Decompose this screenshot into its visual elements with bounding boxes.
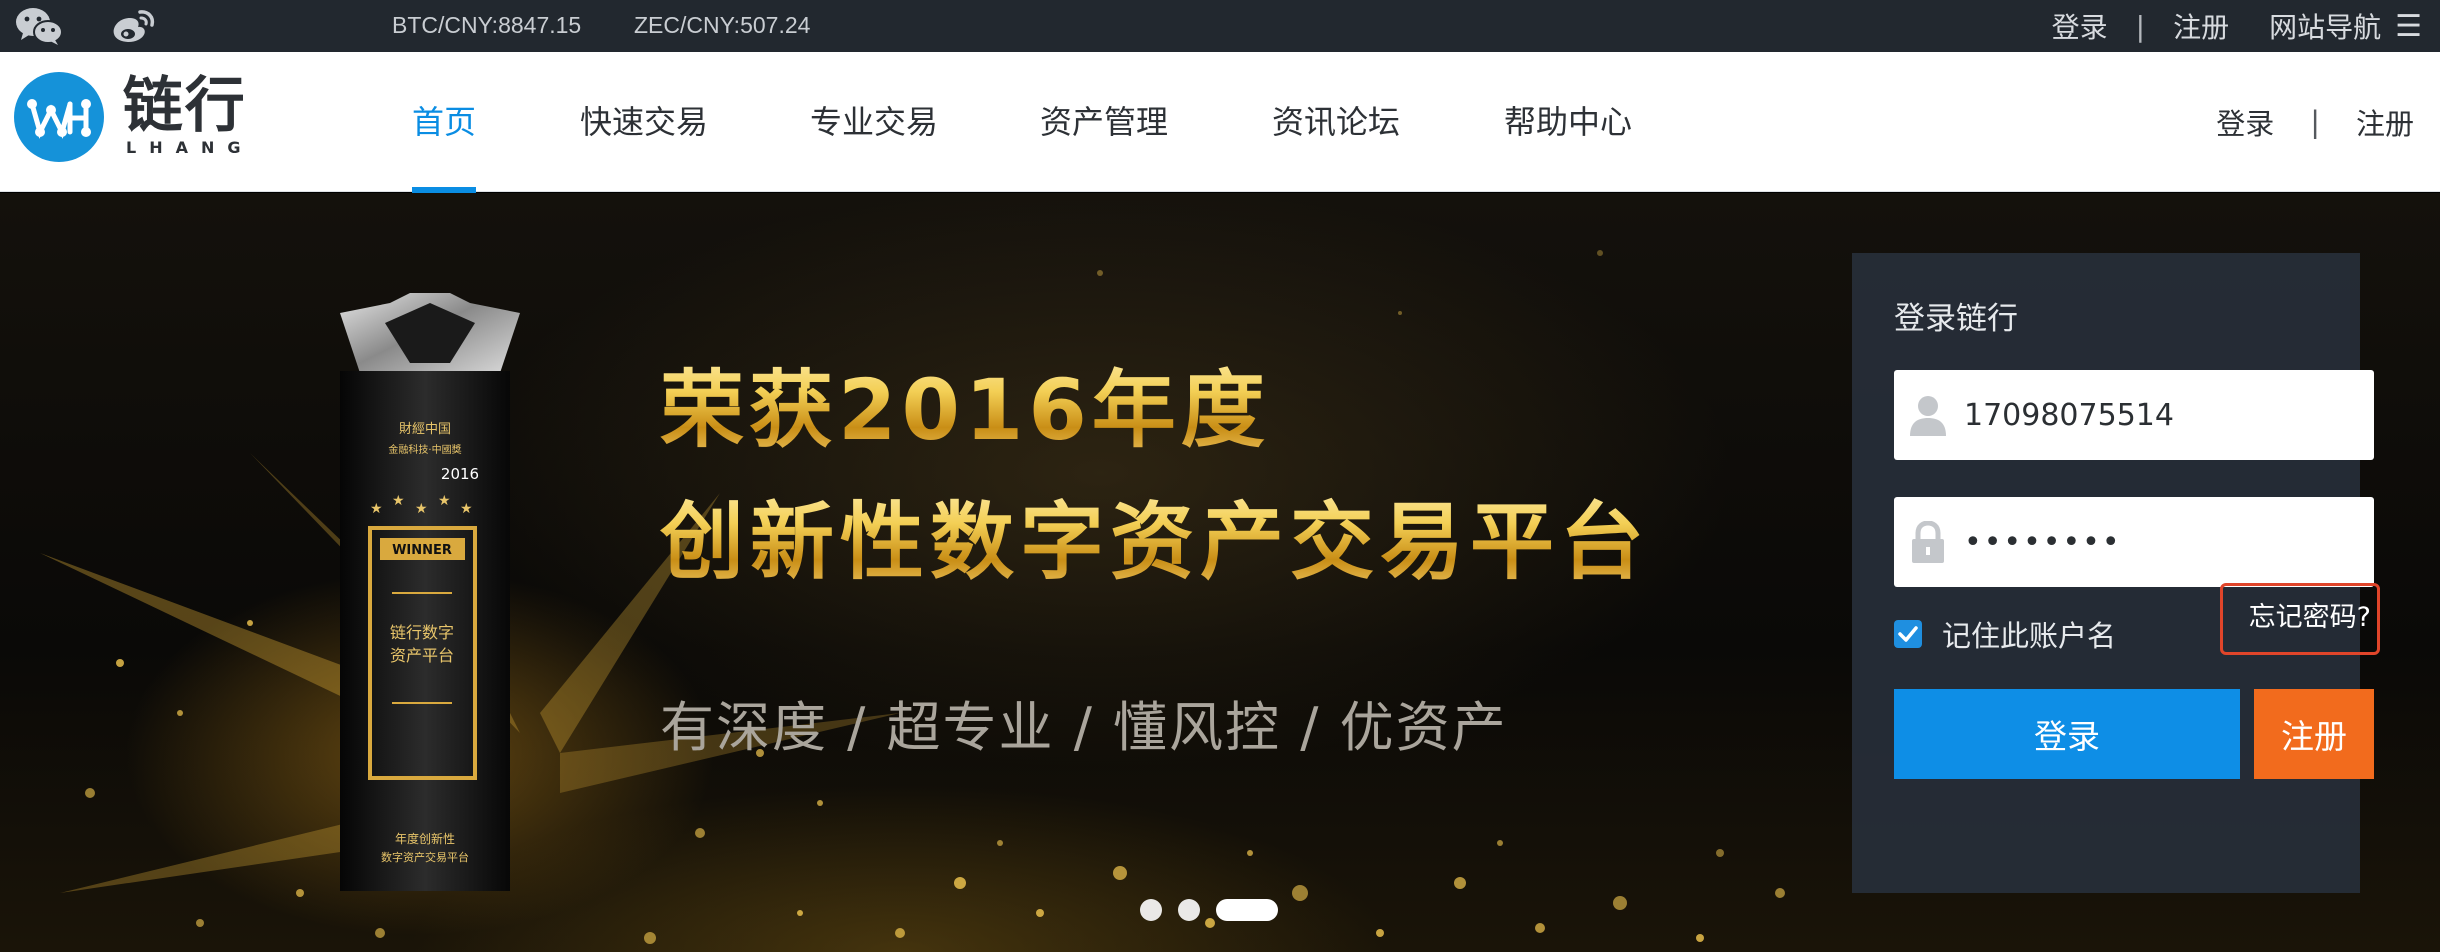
forgot-password-link[interactable]: 忘记密码? [2220, 583, 2380, 655]
username-input[interactable] [1964, 370, 2360, 460]
zec-ticker: ZEC/CNY:507.24 [634, 12, 811, 38]
password-input[interactable] [1964, 497, 2360, 587]
wechat-icon[interactable] [14, 0, 64, 52]
logo-mark-icon [14, 72, 104, 162]
svg-text:★: ★ [438, 493, 451, 509]
lock-icon [1908, 520, 1948, 569]
remember-checkbox[interactable] [1894, 620, 1922, 648]
header-divider: | [2310, 105, 2320, 139]
nav-home[interactable]: 首页 [412, 52, 477, 193]
banner-tagline: 有深度 / 超专业 / 懂风控 / 优资产 [660, 696, 1508, 759]
password-field [1894, 497, 2374, 587]
svg-text:2016: 2016 [441, 465, 479, 483]
logo-wordmark-en: LHANG [126, 138, 254, 157]
banner-headline-1: 荣获2016年度 [660, 343, 1270, 464]
svg-text:★: ★ [370, 501, 383, 517]
nav-asset-management[interactable]: 资产管理 [1040, 52, 1168, 192]
top-register-link[interactable]: 注册 [2173, 6, 2229, 46]
top-links: 登录 | 注册 网站导航 ☰ [2052, 0, 2422, 52]
nav-quick-trade[interactable]: 快速交易 [580, 52, 708, 192]
checkmark-icon [1898, 626, 1918, 642]
login-button[interactable]: 登录 [1894, 689, 2240, 779]
svg-text:★: ★ [460, 501, 473, 517]
menu-icon[interactable]: ☰ [2395, 9, 2422, 44]
svg-text:★: ★ [392, 493, 405, 509]
award-trophy-image: 財經中国 金融科技·中國獎 2016 ★ ★ ★ ★ ★ WINNER 链行数字 资产平… [340, 293, 520, 891]
remember-account: 记住此账户名 [1894, 613, 2116, 655]
top-login-link[interactable]: 登录 [2052, 6, 2108, 46]
site-nav-link[interactable]: 网站导航 [2269, 6, 2381, 46]
carousel-dot-3-active[interactable] [1216, 899, 1278, 921]
logo-wordmark: 链行 [122, 71, 247, 141]
svg-text:WINNER: WINNER [392, 543, 452, 558]
login-panel: 登录链行 17098075514 记住此账户名 忘记密码? 登录 注册 [1852, 253, 2380, 893]
top-divider: | [2135, 9, 2146, 43]
hero-banner: 財經中国 金融科技·中國獎 2016 ★ ★ ★ ★ ★ WINNER 链行数字 资产平… [0, 193, 2440, 952]
svg-text:金融科技·中國獎: 金融科技·中國獎 [388, 443, 461, 456]
site-logo[interactable]: 链行 LHANG [14, 72, 254, 162]
svg-text:財經中国: 財經中国 [399, 422, 451, 437]
register-button[interactable]: 注册 [2254, 689, 2374, 779]
nav-help-center[interactable]: 帮助中心 [1504, 52, 1632, 192]
remember-label: 记住此账户名 [1942, 619, 2117, 653]
svg-text:资产平台: 资产平台 [390, 646, 454, 665]
top-bar: BTC/CNY:8847.15 ZEC/CNY:507.24 登录 | 注册 网… [0, 0, 2440, 52]
nav-news-forum[interactable]: 资讯论坛 [1272, 52, 1400, 192]
header-login-link[interactable]: 登录 [2216, 101, 2274, 143]
main-header: 链行 LHANG 首页 快速交易 专业交易 资产管理 资讯论坛 帮助中心 登录 … [0, 52, 2440, 193]
user-icon [1908, 394, 1948, 440]
svg-text:★: ★ [415, 501, 428, 517]
svg-text:年度创新性: 年度创新性 [395, 831, 455, 846]
username-field [1894, 370, 2374, 460]
header-auth-links: 登录 | 注册 [2216, 52, 2414, 192]
svg-text:数字资产交易平台: 数字资产交易平台 [381, 850, 469, 864]
carousel-dot-2[interactable] [1178, 899, 1200, 921]
carousel-indicators [1140, 899, 1294, 921]
btc-ticker: BTC/CNY:8847.15 [392, 12, 582, 38]
banner-headline-2: 创新性数字资产交易平台 [660, 475, 1650, 596]
carousel-dot-1[interactable] [1140, 899, 1162, 921]
header-register-link[interactable]: 注册 [2356, 101, 2414, 143]
login-title: 登录链行 [1894, 301, 2018, 337]
svg-text:链行数字: 链行数字 [390, 623, 454, 642]
weibo-icon[interactable] [108, 0, 158, 52]
nav-pro-trade[interactable]: 专业交易 [810, 52, 938, 192]
